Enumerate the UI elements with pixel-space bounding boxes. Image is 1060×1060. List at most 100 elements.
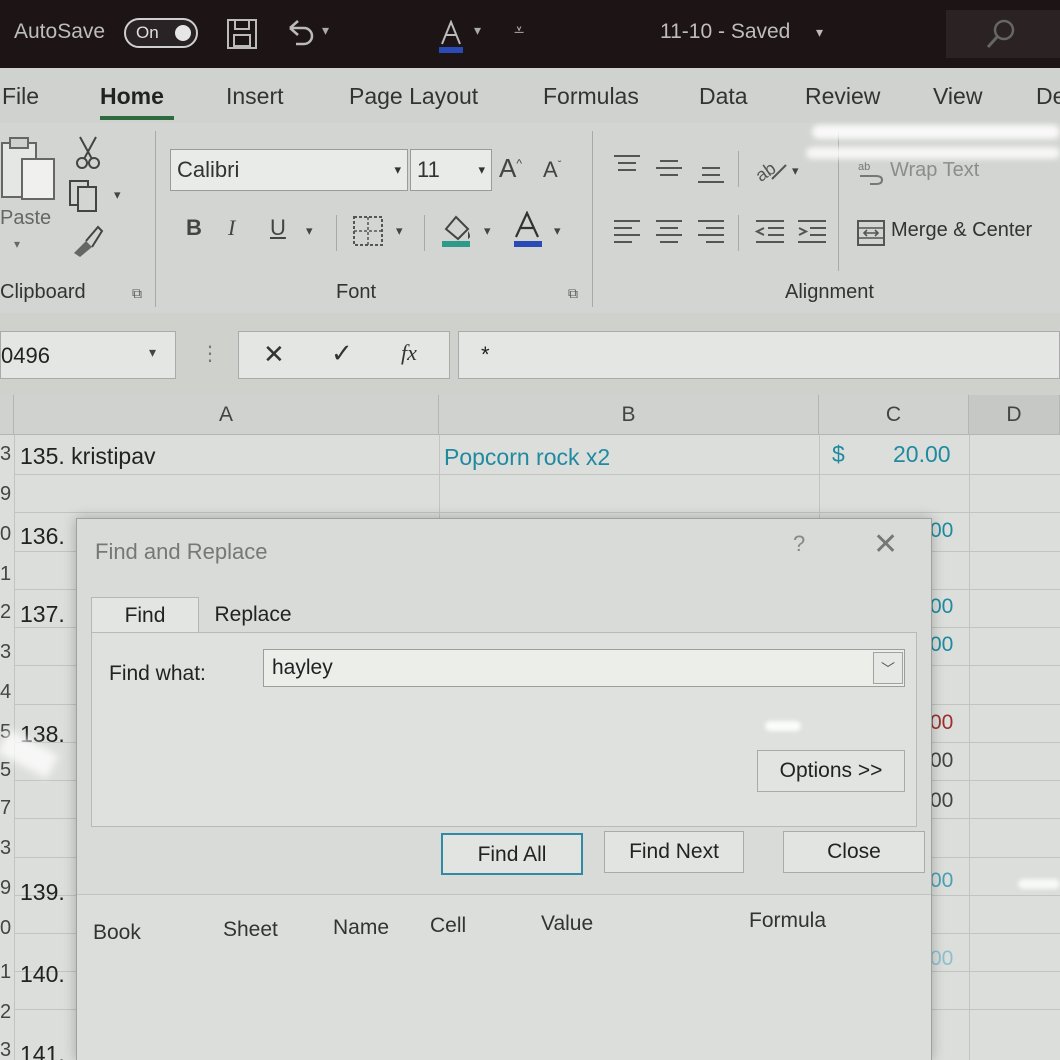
paste-label[interactable]: Paste xyxy=(0,207,51,230)
cell-c-value[interactable]: 00 xyxy=(930,869,953,893)
close-icon[interactable]: ✕ xyxy=(873,527,898,562)
cell-c-value[interactable]: 00 xyxy=(930,711,953,735)
paste-dropdown-icon[interactable]: ▾ xyxy=(14,237,20,251)
tab-file[interactable]: File xyxy=(2,83,39,110)
font-color-icon[interactable] xyxy=(512,211,544,249)
formula-bar-splitter-icon[interactable]: ⋮ xyxy=(200,341,220,366)
row-header[interactable]: 9 xyxy=(0,483,14,506)
copy-dropdown-icon[interactable]: ▾ xyxy=(114,187,121,203)
column-header-c[interactable]: C xyxy=(819,395,969,435)
font-size-dropdown-icon[interactable]: ▾ xyxy=(478,150,485,190)
bottom-align-icon[interactable] xyxy=(696,159,726,185)
cell-c-value[interactable]: 00 xyxy=(930,947,953,971)
results-column-value[interactable]: Value xyxy=(541,912,593,936)
align-right-icon[interactable] xyxy=(696,217,726,247)
borders-icon[interactable] xyxy=(352,215,384,247)
row-header[interactable]: 4 xyxy=(0,681,14,704)
merge-center-button[interactable]: Merge & Center xyxy=(891,219,1032,242)
row-header[interactable]: 0 xyxy=(0,917,14,940)
results-column-cell[interactable]: Cell xyxy=(430,914,466,938)
tab-find[interactable]: Find xyxy=(91,597,199,633)
copy-icon[interactable] xyxy=(68,179,102,213)
undo-icon[interactable] xyxy=(284,18,318,48)
results-column-name[interactable]: Name xyxy=(333,916,389,940)
row-header[interactable]: 5 xyxy=(0,759,14,782)
decrease-indent-icon[interactable] xyxy=(754,217,786,247)
cell-a-140[interactable]: 140. xyxy=(20,961,65,988)
merge-center-icon[interactable] xyxy=(856,219,886,247)
title-chevron-icon[interactable]: ▾ xyxy=(816,24,823,41)
row-header[interactable]: 2 xyxy=(0,601,14,624)
tab-home[interactable]: Home xyxy=(100,83,164,110)
wrap-text-button[interactable]: Wrap Text xyxy=(890,159,979,182)
fill-color-dropdown-icon[interactable]: ▾ xyxy=(484,223,491,239)
font-name-dropdown-icon[interactable]: ▾ xyxy=(394,150,401,190)
tab-formulas[interactable]: Formulas xyxy=(543,83,639,110)
row-header[interactable]: 3 xyxy=(0,837,14,860)
row-header[interactable]: 9 xyxy=(0,877,14,900)
increase-indent-icon[interactable] xyxy=(796,217,828,247)
tab-page-layout[interactable]: Page Layout xyxy=(349,83,478,110)
cell-a-139[interactable]: 139. xyxy=(20,879,65,906)
row-header[interactable]: 3 xyxy=(0,1039,14,1060)
tab-developer[interactable]: De xyxy=(1036,83,1060,110)
cell-c-value[interactable]: 00 xyxy=(930,633,953,657)
insert-function-icon[interactable]: fx xyxy=(401,340,417,366)
autosave-toggle[interactable]: On xyxy=(124,18,198,48)
close-button[interactable]: Close xyxy=(783,831,925,873)
name-box-dropdown-icon[interactable]: ▾ xyxy=(149,344,156,361)
cell-a-141[interactable]: 141. xyxy=(20,1041,65,1060)
cell-c-135-amount[interactable]: 20.00 xyxy=(893,441,951,468)
customize-toolbar-icon[interactable]: ⩡ xyxy=(514,20,524,41)
tab-insert[interactable]: Insert xyxy=(226,83,284,110)
italic-button[interactable]: I xyxy=(228,215,235,241)
results-column-formula[interactable]: Formula xyxy=(749,909,826,933)
borders-dropdown-icon[interactable]: ▾ xyxy=(396,223,403,239)
font-color-quick-icon[interactable] xyxy=(438,20,464,54)
row-header[interactable]: 1 xyxy=(0,961,14,984)
top-align-icon[interactable] xyxy=(612,153,642,179)
search-box[interactable] xyxy=(946,10,1060,58)
results-column-sheet[interactable]: Sheet xyxy=(223,918,278,942)
formula-input[interactable]: * xyxy=(458,331,1060,379)
row-header[interactable]: 2 xyxy=(0,1001,14,1024)
row-header[interactable]: 1 xyxy=(0,563,14,586)
find-what-input[interactable] xyxy=(263,649,905,687)
find-next-button[interactable]: Find Next xyxy=(604,831,744,873)
quick-access-dropdown-icon[interactable]: ▾ xyxy=(474,22,481,39)
orientation-icon[interactable]: ab xyxy=(752,153,788,183)
cell-c-value[interactable]: 00 xyxy=(930,595,953,619)
cell-a-136[interactable]: 136. xyxy=(20,523,65,550)
undo-dropdown-icon[interactable]: ▾ xyxy=(322,22,329,39)
row-header[interactable]: 3 xyxy=(0,443,14,466)
tab-review[interactable]: Review xyxy=(805,83,880,110)
confirm-entry-icon[interactable]: ✓ xyxy=(331,338,353,369)
cell-c-value[interactable]: 00 xyxy=(930,789,953,813)
select-all-corner[interactable] xyxy=(0,395,14,435)
save-icon[interactable] xyxy=(226,18,260,50)
bold-button[interactable]: B xyxy=(186,215,202,241)
middle-align-icon[interactable] xyxy=(654,155,684,181)
help-icon[interactable]: ? xyxy=(793,531,805,557)
font-size-combobox[interactable]: 11 ▾ xyxy=(410,149,492,191)
format-painter-icon[interactable] xyxy=(70,223,104,257)
cancel-entry-icon[interactable]: ✕ xyxy=(263,339,285,370)
column-header-b[interactable]: B xyxy=(439,395,819,435)
paste-icon[interactable] xyxy=(0,137,58,207)
tab-view[interactable]: View xyxy=(933,83,982,110)
tab-replace[interactable]: Replace xyxy=(199,597,307,633)
cell-a-137[interactable]: 137. xyxy=(20,601,65,628)
underline-dropdown-icon[interactable]: ▾ xyxy=(306,223,313,239)
underline-button[interactable]: U xyxy=(270,215,286,241)
cut-icon[interactable] xyxy=(74,135,102,171)
find-all-button[interactable]: Find All xyxy=(441,833,583,875)
clipboard-launcher-icon[interactable]: ⧉ xyxy=(132,285,142,302)
align-center-icon[interactable] xyxy=(654,217,684,247)
font-launcher-icon[interactable]: ⧉ xyxy=(568,285,578,302)
column-header-d[interactable]: D xyxy=(969,395,1060,435)
row-header[interactable]: 3 xyxy=(0,641,14,664)
find-what-dropdown-icon[interactable]: ﹀ xyxy=(873,652,903,684)
tab-data[interactable]: Data xyxy=(699,83,748,110)
align-left-icon[interactable] xyxy=(612,217,642,247)
column-header-a[interactable]: A xyxy=(14,395,439,435)
